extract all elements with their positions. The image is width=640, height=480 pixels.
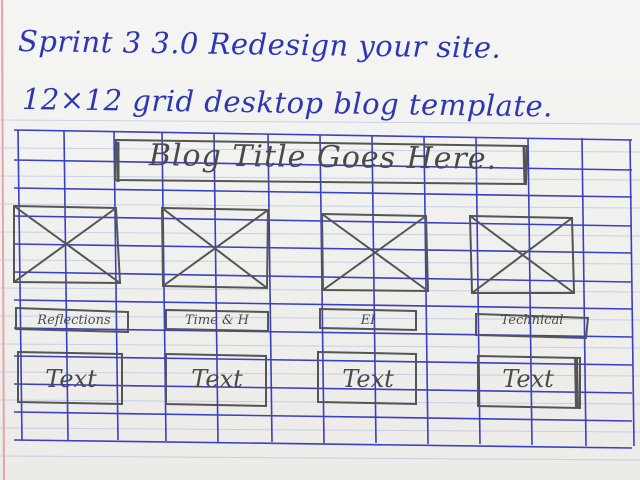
category-label: Technical <box>500 313 564 328</box>
text-label: Text <box>191 365 243 393</box>
notebook-photo: Sprint 3 3.0 Redesign your site. 12×12 g… <box>0 0 640 480</box>
note-line-sprint: Sprint 3 3.0 Redesign your site. <box>17 24 502 65</box>
paper-margin-line <box>1 0 5 480</box>
image-placeholder <box>468 214 576 294</box>
text-label: Text <box>342 365 394 393</box>
notebook-paper <box>0 0 640 480</box>
text-label: Text <box>45 365 97 393</box>
category-label: Reflections <box>37 313 111 328</box>
image-placeholder <box>320 212 430 293</box>
blog-title-label: Blog Title Goes Here. <box>148 138 498 177</box>
text-label: Text <box>502 365 554 393</box>
category-label: Time & H <box>184 313 250 328</box>
category-label: EI <box>360 313 376 328</box>
